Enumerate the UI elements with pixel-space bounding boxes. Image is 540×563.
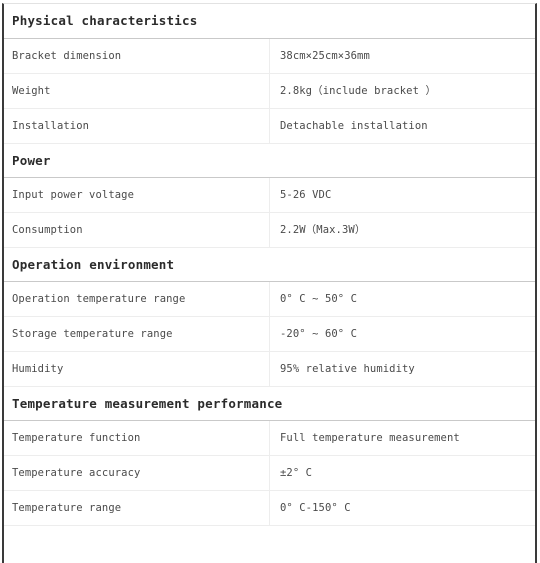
- row-value-humidity: 95% relative humidity: [269, 351, 535, 387]
- row-label-temperature-accuracy: Temperature accuracy: [4, 455, 270, 491]
- row-label-temperature-function: Temperature function: [4, 420, 270, 456]
- row-label-temperature-range: Temperature range: [4, 490, 270, 526]
- table-row: Temperature accuracy ±2° C: [4, 455, 535, 491]
- table-row: Weight 2.8kg（include bracket ）: [4, 73, 535, 109]
- section-header-row-operation-environment: Operation environment: [4, 246, 535, 282]
- section-title-temperature-measurement-performance: Temperature measurement performance: [4, 385, 535, 421]
- row-value-consumption: 2.2W（Max.3W）: [269, 212, 535, 248]
- row-value-operation-temperature-range: 0° C ~ 50° C: [269, 281, 535, 317]
- row-label-installation: Installation: [4, 108, 270, 144]
- row-label-input-power-voltage: Input power voltage: [4, 177, 270, 213]
- specification-table: Physical characteristics Bracket dimensi…: [4, 4, 535, 526]
- row-value-storage-temperature-range: -20° ~ 60° C: [269, 316, 535, 352]
- row-value-temperature-accuracy: ±2° C: [269, 455, 535, 491]
- specification-table-body: Physical characteristics Bracket dimensi…: [4, 4, 535, 526]
- row-label-storage-temperature-range: Storage temperature range: [4, 316, 270, 352]
- row-value-installation: Detachable installation: [269, 108, 535, 144]
- row-value-input-power-voltage: 5-26 VDC: [269, 177, 535, 213]
- row-label-weight: Weight: [4, 73, 270, 109]
- row-label-humidity: Humidity: [4, 351, 270, 387]
- row-value-temperature-function: Full temperature measurement: [269, 420, 535, 456]
- table-row: Input power voltage 5-26 VDC: [4, 177, 535, 213]
- section-title-operation-environment: Operation environment: [4, 246, 535, 282]
- section-header-row-physical-characteristics: Physical characteristics: [4, 4, 535, 39]
- table-row: Temperature range 0° C-150° C: [4, 490, 535, 526]
- specification-table-frame: Physical characteristics Bracket dimensi…: [2, 3, 537, 563]
- table-row: Consumption 2.2W（Max.3W）: [4, 212, 535, 248]
- row-label-consumption: Consumption: [4, 212, 270, 248]
- table-row: Operation temperature range 0° C ~ 50° C: [4, 281, 535, 317]
- section-header-row-power: Power: [4, 142, 535, 178]
- row-value-bracket-dimension: 38cm×25cm×36mm: [269, 38, 535, 74]
- row-label-bracket-dimension: Bracket dimension: [4, 38, 270, 74]
- row-label-operation-temperature-range: Operation temperature range: [4, 281, 270, 317]
- row-value-temperature-range: 0° C-150° C: [269, 490, 535, 526]
- table-row: Humidity 95% relative humidity: [4, 351, 535, 387]
- section-title-power: Power: [4, 142, 535, 178]
- section-title-physical-characteristics: Physical characteristics: [4, 4, 535, 39]
- row-value-weight: 2.8kg（include bracket ）: [269, 73, 535, 109]
- table-row: Bracket dimension 38cm×25cm×36mm: [4, 38, 535, 74]
- section-header-row-temperature-measurement-performance: Temperature measurement performance: [4, 385, 535, 421]
- table-row: Temperature function Full temperature me…: [4, 420, 535, 456]
- table-row: Installation Detachable installation: [4, 108, 535, 144]
- table-row: Storage temperature range -20° ~ 60° C: [4, 316, 535, 352]
